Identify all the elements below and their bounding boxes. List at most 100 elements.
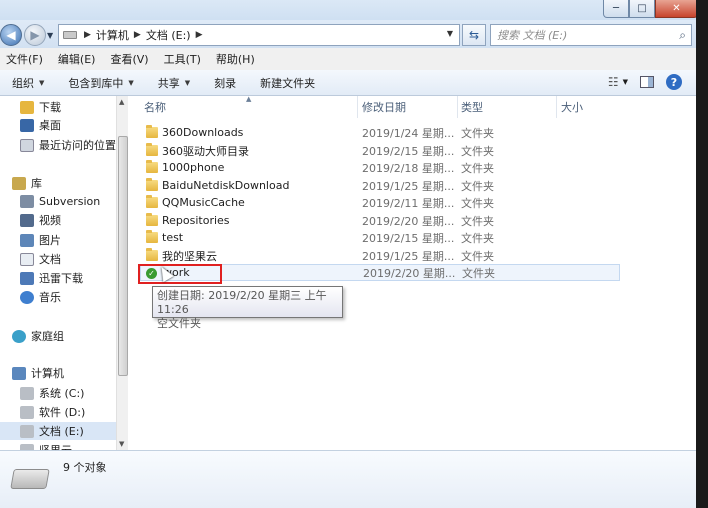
scroll-up-icon[interactable]: ▲ (119, 98, 124, 106)
table-row[interactable]: BaiduNetdiskDownload 2019/1/25 星期... 文件夹 (140, 177, 610, 194)
nav-item-jianguoyun[interactable]: 坚果云 (20, 441, 72, 450)
file-name: QQMusicCache (162, 196, 245, 209)
breadcrumb-separator-icon[interactable]: ▶ (134, 30, 141, 40)
forward-button[interactable]: ▶ (24, 24, 46, 46)
nav-item-documents[interactable]: 文档 (20, 250, 61, 268)
table-row[interactable]: 360驱动大师目录 2019/2/15 星期... 文件夹 (140, 142, 610, 159)
nav-item-downloads[interactable]: 下载 (20, 98, 61, 116)
nav-item-subversion[interactable]: Subversion (20, 192, 100, 210)
help-icon[interactable]: ? (666, 74, 682, 90)
nav-item-music[interactable]: 音乐 (20, 288, 61, 306)
column-name-label: 名称 (144, 101, 166, 114)
back-button[interactable]: ◀ (0, 24, 22, 46)
nav-computer[interactable]: 计算机 (12, 364, 64, 382)
address-dropdown-icon[interactable]: ▼ (447, 29, 453, 38)
column-name[interactable]: 名称 (144, 96, 358, 118)
table-row[interactable]: QQMusicCache 2019/2/11 星期... 文件夹 (140, 194, 610, 211)
nav-item-label: 软件 (D:) (39, 406, 86, 419)
folder-icon (146, 213, 158, 226)
menu-edit[interactable]: 编辑(E) (58, 51, 96, 67)
highlight-box (138, 264, 222, 284)
table-row[interactable]: 360Downloads 2019/1/24 星期... 文件夹 (140, 124, 610, 141)
breadcrumb-separator-icon[interactable]: ▶ (84, 30, 91, 40)
file-date: 2019/2/11 星期... (362, 196, 455, 210)
column-type-label: 类型 (461, 101, 483, 114)
breadcrumb-drive-e[interactable]: 文档 (E:) (146, 27, 191, 43)
column-size[interactable]: 大小 (561, 96, 657, 118)
close-button[interactable]: ✕ (655, 0, 698, 18)
file-type: 文件夹 (461, 196, 494, 210)
download-folder-icon (20, 100, 34, 114)
menu-file[interactable]: 文件(F) (6, 51, 43, 67)
search-input[interactable]: 搜索 文档 (E:) ⌕ (490, 24, 692, 46)
nav-item-label: 家庭组 (31, 330, 64, 343)
refresh-button[interactable]: ⇆ (462, 24, 486, 46)
burn-button[interactable]: 刻录 (214, 75, 236, 91)
folder-icon (146, 125, 158, 138)
column-date-label: 修改日期 (362, 101, 406, 114)
video-library-icon (20, 213, 34, 227)
scroll-down-icon[interactable]: ▼ (119, 440, 124, 448)
file-type: 文件夹 (461, 179, 494, 193)
nav-item-pictures[interactable]: 图片 (20, 231, 61, 249)
menu-help[interactable]: 帮助(H) (216, 51, 255, 67)
menu-view[interactable]: 查看(V) (110, 51, 148, 67)
nav-item-label: 计算机 (31, 367, 64, 380)
window-border (696, 0, 708, 508)
maximize-button[interactable]: □ (629, 0, 655, 18)
breadcrumb-separator-icon[interactable]: ▶ (196, 30, 203, 40)
folder-icon (146, 178, 158, 191)
nav-scrollbar[interactable]: ▲ ▼ (116, 96, 128, 450)
menu-tools[interactable]: 工具(T) (164, 51, 201, 67)
nav-item-thunder[interactable]: 迅雷下载 (20, 269, 83, 287)
table-row[interactable]: Repositories 2019/2/20 星期... 文件夹 (140, 212, 610, 229)
file-type: 文件夹 (461, 249, 494, 263)
nav-item-label: 坚果云 (39, 442, 72, 450)
include-library-label: 包含到库中 (68, 76, 124, 90)
file-date: 2019/2/15 星期... (362, 144, 455, 158)
table-row[interactable]: test 2019/2/15 星期... 文件夹 (140, 229, 610, 246)
folder-icon (146, 230, 158, 243)
breadcrumb-computer[interactable]: 计算机 (96, 27, 129, 43)
new-folder-label: 新建文件夹 (260, 76, 316, 90)
drive-icon (63, 31, 77, 39)
nav-item-drive-c[interactable]: 系统 (C:) (20, 384, 84, 402)
nav-item-recent-places[interactable]: 最近访问的位置 (20, 136, 116, 154)
chevron-down-icon[interactable]: ▼ (623, 78, 628, 86)
nav-item-desktop[interactable]: 桌面 (20, 116, 61, 134)
nav-item-label: 音乐 (39, 291, 61, 304)
nav-item-drive-d[interactable]: 软件 (D:) (20, 403, 85, 421)
new-folder-button[interactable]: 新建文件夹 (260, 75, 315, 91)
scroll-thumb[interactable] (118, 136, 128, 376)
file-date: 2019/2/20 星期... (363, 266, 456, 280)
chevron-down-icon: ▼ (39, 78, 45, 87)
nav-item-drive-e[interactable]: 文档 (E:) (0, 422, 116, 440)
title-bar: ─ □ ✕ (0, 0, 708, 20)
recent-places-icon (20, 138, 34, 152)
table-row[interactable]: 我的坚果云 2019/1/25 星期... 文件夹 (140, 247, 610, 264)
nav-item-video[interactable]: 视频 (20, 211, 61, 229)
file-date: 2019/2/20 星期... (362, 214, 455, 228)
address-field[interactable]: ▶ 计算机 ▶ 文档 (E:) ▶ ▼ (58, 24, 460, 46)
recent-pages-dropdown[interactable]: ▼ (47, 31, 53, 40)
nav-item-label: 文档 (E:) (39, 425, 84, 438)
nav-homegroup[interactable]: 家庭组 (12, 327, 64, 345)
search-icon[interactable]: ⌕ (679, 28, 686, 43)
preview-pane-icon[interactable] (640, 76, 654, 88)
window-controls: ─ □ ✕ (603, 0, 698, 18)
column-date[interactable]: 修改日期 (362, 96, 458, 118)
file-date: 2019/1/25 星期... (362, 179, 455, 193)
details-pane: 9 个对象 (0, 450, 696, 508)
include-library-button[interactable]: 包含到库中 ▼ (68, 75, 133, 91)
share-button[interactable]: 共享 ▼ (158, 75, 190, 91)
column-type[interactable]: 类型 (461, 96, 557, 118)
nav-item-label: 迅雷下载 (39, 272, 83, 285)
table-row[interactable]: 1000phone 2019/2/18 星期... 文件夹 (140, 159, 610, 176)
organize-button[interactable]: 组织 ▼ (12, 75, 44, 91)
minimize-button[interactable]: ─ (603, 0, 629, 18)
view-options-icon[interactable]: ☷ (608, 75, 619, 89)
file-name: BaiduNetdiskDownload (162, 179, 290, 192)
nav-libraries[interactable]: 库 (12, 174, 42, 192)
chevron-down-icon: ▼ (128, 78, 134, 87)
tooltip-created: 创建日期: 2019/2/20 星期三 上午 11:26 (157, 289, 327, 316)
